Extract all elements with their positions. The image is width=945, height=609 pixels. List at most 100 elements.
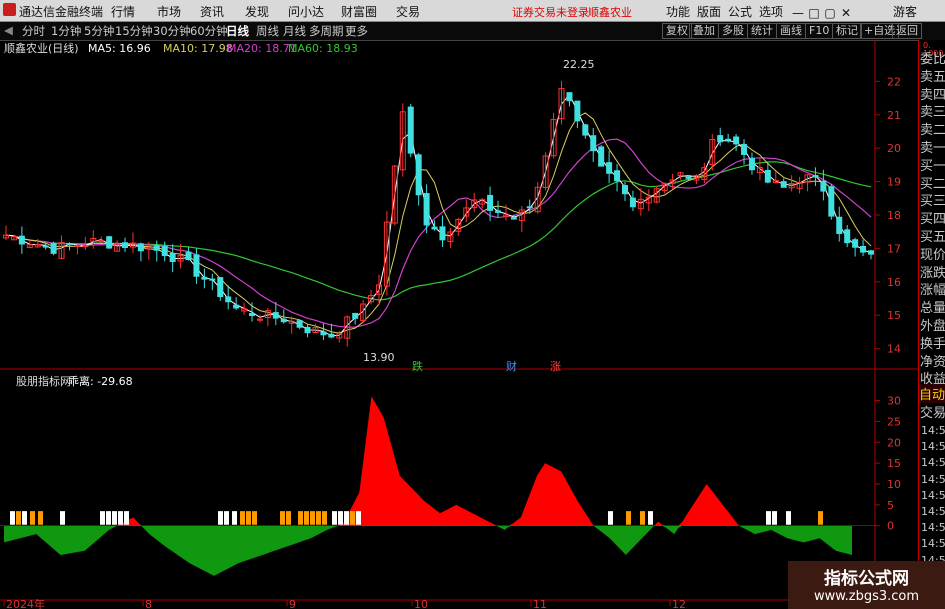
candle-body [249,313,256,317]
tool-diejia[interactable]: 叠加 [689,23,719,39]
tool-f10[interactable]: F10 [805,23,834,39]
candle-body [820,180,827,192]
candle-body [106,236,113,249]
close-icon[interactable]: ✕ [838,5,854,21]
tool-biaoji[interactable]: 标记 [832,23,862,39]
menu-gongshi[interactable]: 公式 [728,3,752,20]
oscillator-negative-area [4,525,852,576]
candle-body [510,217,517,220]
site-watermark: 指标公式网 www.zbgs3.com [788,561,945,609]
period-more[interactable]: 更多 [345,23,368,39]
tool-fuquan[interactable]: 复权 [662,23,692,39]
signal-bar [22,511,27,525]
period-daily[interactable]: 日线 [226,23,249,39]
candle-body [685,176,692,179]
menu-hangqing[interactable]: 行情 [111,3,135,20]
osc-tick-label: 20 [887,436,901,449]
signal-bar [608,511,613,525]
nav-left-icon[interactable]: ◀ [4,23,13,37]
menu-shichang[interactable]: 市场 [157,3,181,20]
candle-body [844,229,851,244]
legend-ma5: MA5: 16.96 [88,42,151,55]
period-60min[interactable]: 60分钟 [190,23,228,39]
price-tick-label: 16 [887,276,901,289]
signal-bar [112,511,117,525]
period-monthly[interactable]: 月线 [283,23,306,39]
quote-field-label: 买五 [920,230,945,245]
quote-field-label: 涨跌 [920,265,945,281]
candle-body [733,136,740,145]
candle-body [304,326,311,334]
title-bar: 通达信金融终端 行情 市场 资讯 发现 问小达 财富圈 交易 证券交易未登录 顺… [0,0,945,22]
period-multi[interactable]: 多周期 [309,23,344,39]
quote-field-label: 买三 [920,194,945,210]
candle-body [320,331,327,336]
candle-body [98,240,105,243]
ma20-line [5,138,872,328]
period-1min[interactable]: 1分钟 [51,23,81,39]
quote-field-label: 买二 [920,176,945,192]
quote-field-label: 卖三 [920,105,945,121]
kline-chart[interactable]: 22 21 20 19 18 17 16 15 14 30 25 20 15 10 5 0 2024年 8 9 10 1… [0,40,918,609]
tool-tongji[interactable]: 统计 [747,23,777,39]
candle-body [42,245,49,248]
menu-zixun[interactable]: 资讯 [200,3,224,20]
trade-time: 14:56 [921,521,945,535]
current-stock-name: 顺鑫农业 [588,6,632,19]
candle-body [18,235,25,245]
signal-bar [298,511,303,525]
tool-huaxian[interactable]: 画线 [776,23,806,39]
candle-body [209,278,216,281]
price-tick-label: 20 [887,142,901,155]
candle-body [764,170,771,183]
candle-body [74,244,81,247]
trade-label[interactable]: 交易 [920,402,945,421]
period-5min[interactable]: 5分钟 [84,23,114,39]
period-15min[interactable]: 15分钟 [115,23,153,39]
event-die-marker[interactable]: 跌 [412,359,423,373]
menu-banmian[interactable]: 版面 [697,3,721,20]
minimize-icon[interactable]: — [790,5,806,21]
menu-gongneng[interactable]: 功能 [666,3,690,20]
price-tick-label: 19 [887,176,901,189]
menu-caifuquan[interactable]: 财富圈 [341,3,377,20]
signal-bar [648,511,653,525]
tool-fanhui[interactable]: 返回 [892,23,922,39]
candle-body [217,277,224,298]
period-weekly[interactable]: 周线 [256,23,279,39]
quote-field-label: 委比 [920,52,945,67]
period-30min[interactable]: 30分钟 [153,23,191,39]
restore-icon[interactable]: □ [806,5,822,21]
quote-field-label: 买一 [920,158,945,174]
candle-body [590,135,597,152]
candle-body [717,135,724,143]
tool-duogu[interactable]: 多股 [718,23,748,39]
maximize-icon[interactable]: ▢ [822,5,838,21]
auto-label[interactable]: 自动 [919,384,945,403]
login-warning[interactable]: 证券交易未登录 [512,4,589,20]
guest-login-link[interactable]: 游客 [893,3,917,20]
menu-xuanxiang[interactable]: 选项 [759,3,783,20]
menu-wenxiaoda[interactable]: 问小达 [288,3,324,20]
signal-bar [232,511,237,525]
candle-body [296,320,303,328]
date-tick-label: 8 [145,598,152,609]
signal-bar [350,511,355,525]
menu-jiaoyi[interactable]: 交易 [396,3,420,20]
signal-bar [60,511,65,525]
date-tick-label: 11 [533,598,547,609]
candle-body [860,245,867,253]
signal-bar [38,511,43,525]
candle-body [161,245,168,257]
signal-bar [224,511,229,525]
menu-faxian[interactable]: 发现 [245,3,269,20]
event-zhang-marker[interactable]: 涨 [550,360,561,373]
event-cai-marker[interactable]: 财 [506,359,517,373]
period-fenshi[interactable]: 分时 [22,23,45,39]
candle-body [741,144,748,155]
candle-body [582,124,589,136]
trade-time: 14:56 [921,488,945,502]
quote-side-panel: 0. 1000 委比 卖五 卖四 卖三 卖二 卖一 买一 买二 买三 买四 买五 现价 涨跌 涨幅 总量 外盘… [918,40,945,609]
quote-field-label: 卖五 [920,69,945,85]
signal-bar [316,511,321,525]
